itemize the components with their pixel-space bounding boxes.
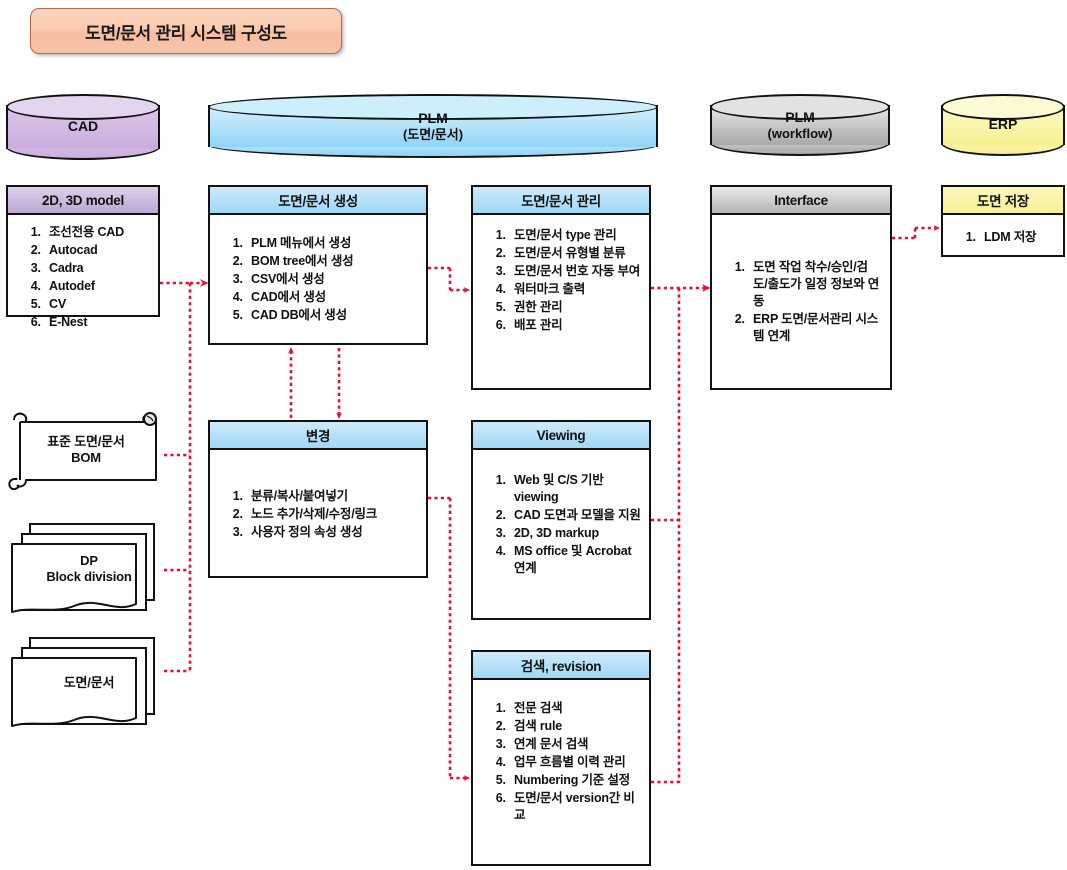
list-item: CV [44, 296, 150, 313]
label-line-1: 표준 도면/문서 [47, 433, 125, 449]
list-item: Autocad [44, 242, 150, 259]
list-item: 도면/문서 version간 비교 [509, 790, 641, 824]
cylinder-erp-label: ERP [941, 94, 1065, 156]
list-item: 검색 rule [509, 718, 641, 735]
panel-header: 검색, revision [473, 652, 649, 680]
shape-dp-label: DP Block division [6, 516, 166, 624]
list-item: Web 및 C/S 기반 viewing [509, 472, 641, 506]
list-item: 도면/문서 번호 자동 부여 [509, 263, 641, 280]
list-item: CAD 도면과 모델을 지원 [509, 507, 641, 524]
cylinder-cad-title: CAD [67, 118, 99, 135]
cylinder-cad-label: CAD [6, 94, 160, 160]
shape-standard-bom: 표준 도면/문서 BOM [6, 408, 166, 496]
cylinder-erp-title: ERP [988, 116, 1018, 133]
list-item: 도면/문서 type 관리 [509, 227, 641, 244]
panel-body: LDM 저장 [943, 215, 1063, 253]
list-item: 권한 관리 [509, 299, 641, 316]
list-item: 노드 추가/삭제/수정/링크 [246, 506, 418, 523]
panel-item-list: 분류/복사/붙여넣기 노드 추가/삭제/수정/링크 사용자 정의 속성 생성 [220, 488, 418, 541]
panel-2d-3d-model[interactable]: 2D, 3D model 조선전용 CAD Autocad Cadra Auto… [6, 185, 160, 329]
list-item: BOM tree에서 생성 [246, 253, 418, 270]
cylinder-erp: ERP [941, 94, 1065, 156]
panel-item-list: 도면/문서 type 관리 도면/문서 유형별 분류 도면/문서 번호 자동 부… [483, 227, 641, 334]
panel-header: 도면/문서 관리 [473, 187, 649, 215]
shape-standard-bom-label: 표준 도면/문서 BOM [6, 408, 166, 496]
list-item: 조선전용 CAD [44, 224, 150, 241]
list-item: Autodef [44, 278, 150, 295]
list-item: Numbering 기준 설정 [509, 772, 641, 789]
list-item: E-Nest [44, 314, 150, 331]
list-item: 도면/문서 유형별 분류 [509, 245, 641, 262]
list-item: PLM 메뉴에서 생성 [246, 235, 418, 252]
panel-header: 도면 저장 [943, 187, 1063, 215]
list-item: 사용자 정의 속성 생성 [246, 524, 418, 541]
cylinder-plm: PLM (도면/문서) [208, 94, 658, 158]
list-item: 업무 흐름별 이력 관리 [509, 754, 641, 771]
panel-header: 변경 [210, 422, 426, 450]
panel-item-list: 도면 작업 착수/승인/검도/출도가 일정 정보와 연동 ERP 도면/문서관리… [722, 259, 882, 345]
page-title: 도면/문서 관리 시스템 구성도 [30, 8, 342, 54]
list-item: 배포 관리 [509, 317, 641, 334]
list-item: 워터마크 출력 [509, 281, 641, 298]
list-item: MS office 및 Acrobat 연계 [509, 543, 641, 577]
panel-header: 2D, 3D model [8, 187, 158, 215]
cylinder-plm-workflow: PLM (workflow) [710, 94, 890, 156]
label-line-2: BOM [71, 450, 101, 465]
panel-item-list: PLM 메뉴에서 생성 BOM tree에서 생성 CSV에서 생성 CAD에서… [220, 235, 418, 324]
panel-body: 도면/문서 type 관리 도면/문서 유형별 분류 도면/문서 번호 자동 부… [473, 215, 649, 341]
panel-body: Web 및 C/S 기반 viewing CAD 도면과 모델을 지원 2D, … [473, 450, 649, 584]
panel-document-creation[interactable]: 도면/문서 생성 PLM 메뉴에서 생성 BOM tree에서 생성 CSV에서… [208, 185, 428, 345]
list-item: 전문 검색 [509, 700, 641, 717]
panel-item-list: LDM 저장 [953, 229, 1055, 246]
cylinder-plm-title: PLM [418, 109, 448, 126]
list-item: 연계 문서 검색 [509, 736, 641, 753]
panel-header: 도면/문서 생성 [210, 187, 426, 215]
list-item: ERP 도면/문서관리 시스템 연계 [748, 311, 882, 345]
panel-item-list: Web 및 C/S 기반 viewing CAD 도면과 모델을 지원 2D, … [483, 472, 641, 577]
label-line-2: Block division [46, 569, 132, 584]
cylinder-cad: CAD [6, 94, 160, 160]
list-item: LDM 저장 [979, 229, 1055, 246]
panel-change[interactable]: 변경 분류/복사/붙여넣기 노드 추가/삭제/수정/링크 사용자 정의 속성 생… [208, 420, 428, 578]
cylinder-workflow-subtitle: (workflow) [767, 125, 833, 141]
list-item: CAD DB에서 생성 [246, 307, 418, 324]
panel-viewing[interactable]: Viewing Web 및 C/S 기반 viewing CAD 도면과 모델을… [471, 420, 651, 620]
cylinder-workflow-title: PLM [785, 108, 815, 125]
panel-search-revision[interactable]: 검색, revision 전문 검색 검색 rule 연계 문서 검색 업무 흐… [471, 650, 651, 866]
cylinder-workflow-label: PLM (workflow) [710, 94, 890, 156]
list-item: CSV에서 생성 [246, 271, 418, 288]
label-line-1: DP [80, 552, 98, 568]
panel-drawing-storage[interactable]: 도면 저장 LDM 저장 [941, 185, 1065, 257]
panel-body: 조선전용 CAD Autocad Cadra Autodef CV E-Nest [8, 215, 158, 338]
panel-item-list: 조선전용 CAD Autocad Cadra Autodef CV E-Nest [18, 224, 150, 331]
diagram-canvas: 도면/문서 관리 시스템 구성도 CAD PLM (도면/문서) PLM (wo… [0, 0, 1067, 870]
panel-document-management[interactable]: 도면/문서 관리 도면/문서 type 관리 도면/문서 유형별 분류 도면/문… [471, 185, 651, 390]
cylinder-plm-label: PLM (도면/문서) [208, 94, 658, 158]
shape-drawing-document-label: 도면/문서 [6, 630, 166, 738]
list-item: CAD에서 생성 [246, 289, 418, 306]
panel-body: PLM 메뉴에서 생성 BOM tree에서 생성 CSV에서 생성 CAD에서… [210, 215, 426, 331]
panel-header: Interface [712, 187, 890, 215]
list-item: 도면 작업 착수/승인/검도/출도가 일정 정보와 연동 [748, 259, 882, 310]
label-line-1: 도면/문서 [63, 674, 115, 690]
panel-body: 도면 작업 착수/승인/검도/출도가 일정 정보와 연동 ERP 도면/문서관리… [712, 215, 890, 352]
shape-drawing-document: 도면/문서 [6, 630, 166, 738]
panel-body: 전문 검색 검색 rule 연계 문서 검색 업무 흐름별 이력 관리 Numb… [473, 680, 649, 831]
cylinder-plm-subtitle: (도면/문서) [402, 126, 464, 142]
shape-dp-block-division: DP Block division [6, 516, 166, 624]
panel-header: Viewing [473, 422, 649, 450]
panel-item-list: 전문 검색 검색 rule 연계 문서 검색 업무 흐름별 이력 관리 Numb… [483, 700, 641, 824]
list-item: 분류/복사/붙여넣기 [246, 488, 418, 505]
panel-body: 분류/복사/붙여넣기 노드 추가/삭제/수정/링크 사용자 정의 속성 생성 [210, 450, 426, 548]
list-item: Cadra [44, 260, 150, 277]
panel-interface[interactable]: Interface 도면 작업 착수/승인/검도/출도가 일정 정보와 연동 E… [710, 185, 892, 390]
list-item: 2D, 3D markup [509, 525, 641, 542]
